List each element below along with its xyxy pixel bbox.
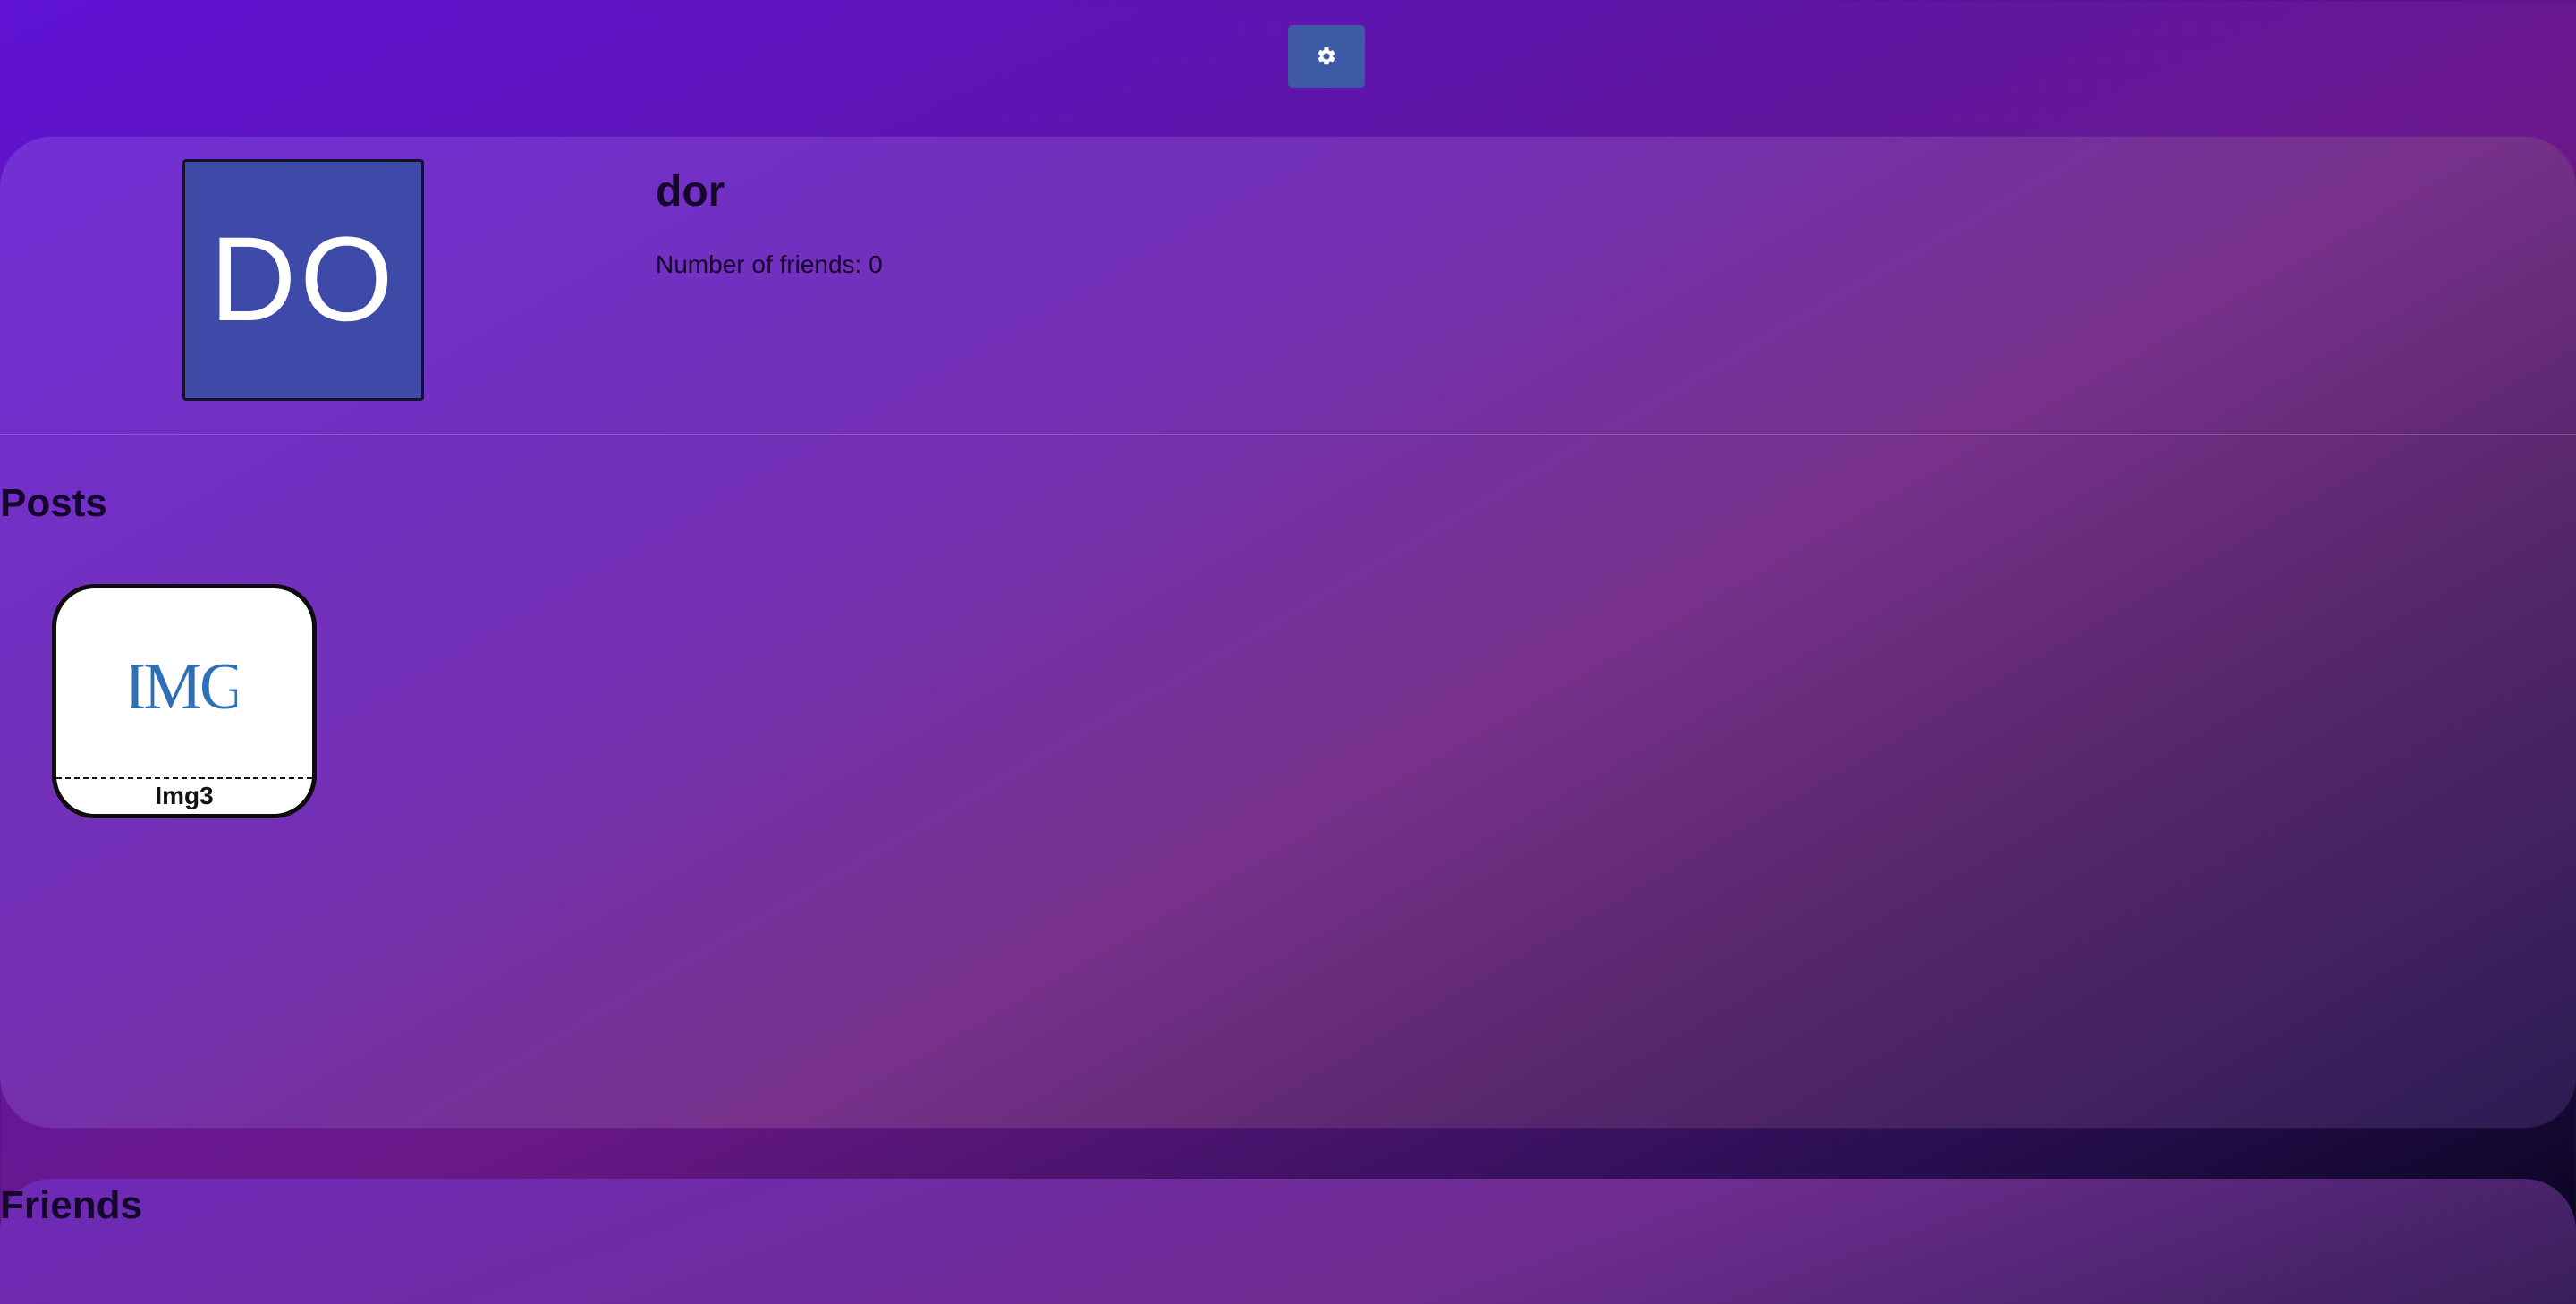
- gear-icon: [1316, 46, 1337, 67]
- img-logo-icon: IMG: [131, 650, 237, 721]
- post-caption: Img3: [155, 782, 214, 809]
- friends-heading: Friends: [0, 1183, 142, 1227]
- posts-heading: Posts: [0, 481, 107, 525]
- avatar: DO: [182, 159, 424, 401]
- friends-count: Number of friends: 0: [656, 250, 883, 278]
- settings-button[interactable]: [1288, 25, 1365, 88]
- post-image: IMG: [56, 588, 312, 777]
- friends-panel: [0, 1179, 2576, 1304]
- avatar-initials: DO: [209, 213, 397, 346]
- profile-name: dor: [656, 168, 725, 216]
- svg-text:IMG: IMG: [131, 650, 237, 721]
- profile-card: DO dor Number of friends: 0 Posts IMG Im…: [0, 137, 2576, 1128]
- profile-divider: [0, 434, 2576, 435]
- post-caption-divider: [56, 777, 312, 779]
- post-card[interactable]: IMG Img3: [52, 584, 317, 818]
